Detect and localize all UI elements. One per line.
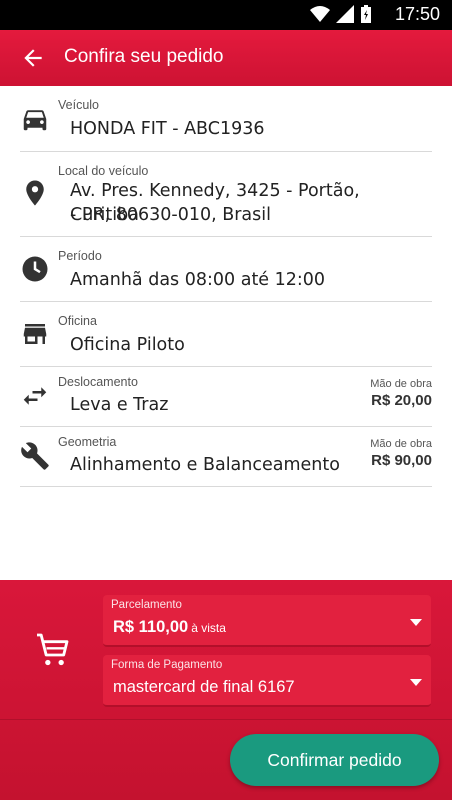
transport-label: Deslocamento <box>58 375 138 389</box>
workshop-value: Oficina Piloto <box>70 335 185 355</box>
installments-label: Parcelamento <box>111 599 182 611</box>
transport-price: R$ 20,00 <box>371 392 432 409</box>
battery-icon <box>361 5 371 23</box>
row-vehicle: Veículo HONDA FIT - ABC1936 <box>20 86 432 152</box>
installments-suffix: à vista <box>191 621 226 635</box>
row-workshop: Oficina Oficina Piloto <box>20 302 432 367</box>
row-transport: Deslocamento Leva e Traz Mão de obra R$ … <box>20 367 432 427</box>
vehicle-value: HONDA FIT - ABC1936 <box>70 119 265 139</box>
transport-price-label: Mão de obra <box>370 378 432 390</box>
divider <box>0 719 452 720</box>
back-arrow-icon[interactable] <box>20 45 46 71</box>
clock-icon <box>22 256 48 282</box>
wrench-icon <box>21 442 49 470</box>
signal-icon <box>336 5 354 23</box>
payment-panel: Parcelamento R$ 110,00 à vista Forma de P… <box>0 580 452 800</box>
installments-value: R$ 110,00 <box>113 618 189 636</box>
chevron-down-icon <box>410 619 422 626</box>
location-label: Local do veículo <box>58 164 149 178</box>
payment-method-label: Forma de Pagamento <box>111 659 223 671</box>
installments-value-wrap: R$ 110,00 à vista <box>113 618 226 637</box>
geometry-price: R$ 90,00 <box>371 452 432 469</box>
transport-value: Leva e Traz <box>70 395 169 415</box>
page-title: Confira seu pedido <box>64 46 224 67</box>
row-location: Local do veículo Av. Pres. Kennedy, 3425… <box>20 152 432 237</box>
chevron-down-icon <box>410 679 422 686</box>
confirm-order-button[interactable]: Confirmar pedido <box>230 734 439 786</box>
store-icon <box>23 324 47 344</box>
order-summary: Veículo HONDA FIT - ABC1936 Local do veí… <box>0 86 452 580</box>
workshop-label: Oficina <box>58 314 97 328</box>
payment-method-select[interactable]: Forma de Pagamento mastercard de final 6… <box>103 655 431 707</box>
vehicle-label: Veículo <box>58 98 100 112</box>
status-bar: 17:50 <box>0 0 452 30</box>
installments-select[interactable]: Parcelamento R$ 110,00 à vista <box>103 595 431 647</box>
wifi-icon <box>310 6 330 22</box>
cart-icon <box>37 633 69 666</box>
period-label: Período <box>58 249 102 263</box>
period-value: Amanhã das 08:00 até 12:00 <box>70 270 326 290</box>
geometry-label: Geometria <box>58 435 117 449</box>
row-period: Período Amanhã das 08:00 até 12:00 <box>20 237 432 302</box>
row-geometry: Geometria Alinhamento e Balanceamento Mã… <box>20 427 432 487</box>
status-icons <box>310 5 372 23</box>
swap-arrows-icon <box>23 387 47 405</box>
location-pin-icon <box>26 180 44 206</box>
location-value-line2: - PR, 80630-010, Brasil <box>70 205 271 225</box>
geometry-value: Alinhamento e Balanceamento <box>70 455 340 475</box>
geometry-price-label: Mão de obra <box>370 438 432 450</box>
clock-time: 17:50 <box>394 4 440 24</box>
car-icon <box>23 110 47 131</box>
app-bar: Confira seu pedido <box>0 30 452 86</box>
payment-method-value: mastercard de final 6167 <box>113 678 295 696</box>
